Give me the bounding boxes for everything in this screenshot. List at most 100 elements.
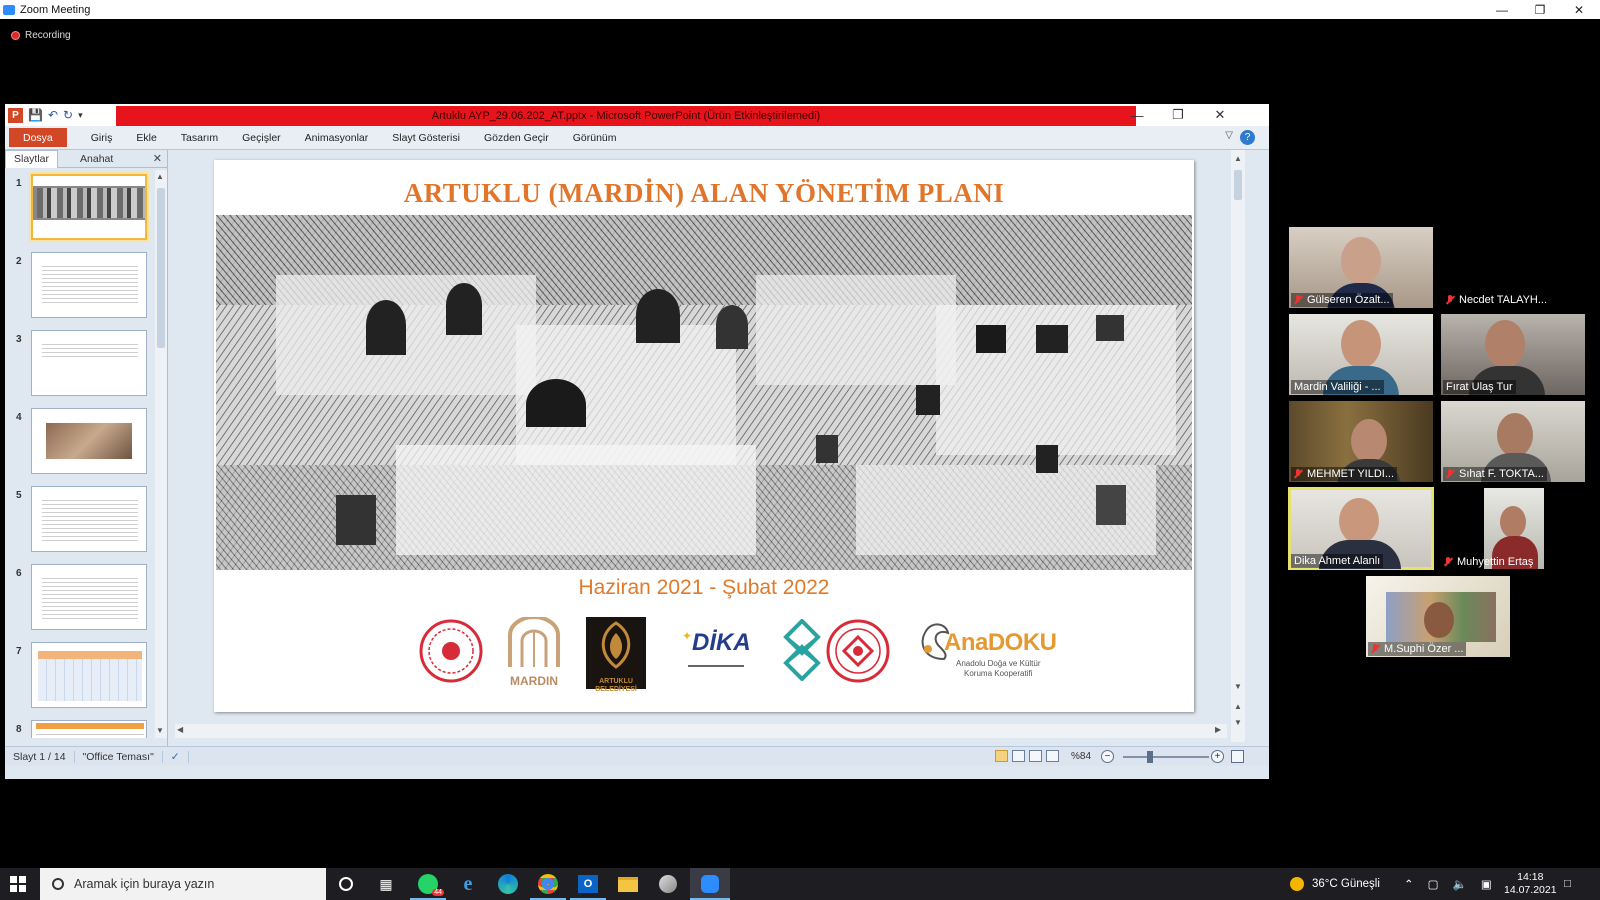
tab-tasarim[interactable]: Tasarım [169, 126, 230, 150]
file-explorer-icon[interactable] [616, 872, 640, 896]
zoom-taskbar-icon[interactable] [690, 868, 730, 900]
next-slide-icon[interactable]: ▼ [1234, 718, 1242, 727]
current-slide[interactable]: ARTUKLU (MARDİN) ALAN YÖNETİM PLANI Hazi… [214, 160, 1194, 712]
previous-slide-icon[interactable]: ▲ [1234, 702, 1242, 711]
taskbar-search-box[interactable]: Aramak için buraya yazın [40, 868, 326, 900]
dika-logo-text: DİKA [692, 629, 751, 656]
thumbnail-image [31, 174, 147, 240]
taskbar-clock[interactable]: 14:18 14.07.2021 [1504, 871, 1557, 897]
slide-thumbnail-4[interactable]: 4 [9, 408, 151, 478]
chevron-up-icon[interactable]: ⌃ [1404, 877, 1414, 891]
ribbon-minimize-icon[interactable]: ▽ [1225, 130, 1233, 141]
tab-animasyonlar[interactable]: Animasyonlar [293, 126, 381, 150]
volume-icon[interactable]: 🔈 [1453, 877, 1467, 891]
outlook-icon[interactable]: O [576, 872, 600, 896]
fit-to-window-icon[interactable] [1231, 750, 1244, 763]
participant-tile[interactable]: M.Suphi Özer ... [1366, 576, 1510, 657]
weather-widget[interactable]: 36°C Güneşli [1290, 868, 1380, 900]
tab-gorunum[interactable]: Görünüm [561, 126, 629, 150]
tab-gecisler[interactable]: Geçişler [230, 126, 293, 150]
close-button[interactable]: ✕ [1561, 0, 1597, 19]
windows-start-icon[interactable] [10, 876, 26, 892]
slide-sorter-view-icon[interactable] [1012, 750, 1025, 762]
zoom-in-icon[interactable]: + [1211, 750, 1224, 763]
slide-thumbnail-1[interactable]: 1 [9, 174, 151, 244]
ppt-close-button[interactable]: ✕ [1200, 104, 1240, 126]
tab-gozden-gecir[interactable]: Gözden Geçir [472, 126, 561, 150]
zoom-out-icon[interactable]: − [1101, 750, 1114, 763]
slide-number: 3 [16, 334, 22, 345]
participant-tile[interactable]: MEHMET YILDI... [1289, 401, 1433, 482]
zoom-slider[interactable] [1123, 756, 1209, 758]
sketch-drawing [216, 215, 1192, 570]
artuklu-logo-icon [601, 621, 631, 669]
participant-tile[interactable]: Gülseren Özalt... [1289, 227, 1433, 308]
recording-indicator[interactable]: Recording [11, 30, 71, 41]
scroll-left-icon[interactable]: ◀ [177, 725, 183, 734]
scroll-right-icon[interactable]: ▶ [1215, 725, 1221, 734]
slide-thumbnail-6[interactable]: 6 [9, 564, 151, 634]
ppt-titlebar: P 💾 ↶ ↻ ▾ Artuklu AYP_29.06.202_AT.pptx … [5, 104, 1269, 126]
ppt-restore-button[interactable]: ❐ [1158, 104, 1198, 126]
language-icon[interactable]: ▣ [1481, 877, 1492, 891]
undo-icon[interactable]: ↶ [48, 108, 58, 122]
slide-thumbnail-7[interactable]: 7 [9, 642, 151, 712]
internet-explorer-icon[interactable]: e [456, 872, 480, 896]
participant-tile[interactable]: Sıhat F. TOKTA... [1441, 401, 1585, 482]
redo-icon[interactable]: ↻ [63, 108, 73, 122]
tab-slayt-gosterisi[interactable]: Slayt Gösterisi [380, 126, 472, 150]
spellcheck-icon[interactable]: ✓ [163, 750, 189, 763]
app-icon[interactable] [656, 872, 680, 896]
participant-tile[interactable]: Mardin Valiliği - ... [1289, 314, 1433, 395]
zoom-level[interactable]: %84 [1071, 751, 1091, 762]
edge-icon[interactable] [496, 872, 520, 896]
culture-knot-logo-icon [783, 619, 821, 681]
slide-thumbnail-3[interactable]: 3 [9, 330, 151, 400]
slides-panel: Slaytlar Anahat ✕ 1 2 3 4 5 6 7 8 ▲ ▼ [5, 149, 168, 750]
whatsapp-icon[interactable]: 44 [416, 872, 444, 896]
zoom-slider-handle[interactable] [1147, 751, 1153, 763]
anadoku-subtitle-1: Anadolu Doğa ve Kültür [956, 659, 1041, 668]
scroll-up-icon[interactable]: ▲ [1234, 154, 1242, 163]
tab-ekle[interactable]: Ekle [124, 126, 168, 150]
scroll-down-icon[interactable]: ▼ [1234, 682, 1242, 691]
restore-button[interactable]: ❐ [1522, 0, 1558, 19]
participant-tile[interactable]: Fırat Ulaş Tur [1441, 314, 1585, 395]
slide-thumbnail-8[interactable]: 8 [9, 720, 151, 738]
chrome-icon[interactable] [536, 872, 560, 896]
network-icon[interactable]: ▢ [1428, 877, 1439, 891]
slideshow-view-icon[interactable] [1046, 750, 1059, 762]
participant-tile[interactable]: Necdet TALAYH... [1441, 227, 1585, 308]
slide-thumbnails: 1 2 3 4 5 6 7 8 [5, 170, 155, 738]
powerpoint-logo-icon[interactable]: P [8, 107, 23, 123]
slide-thumbnail-2[interactable]: 2 [9, 252, 151, 322]
customize-qat-icon[interactable]: ▾ [78, 110, 83, 121]
slide-vertical-scrollbar[interactable]: ▲ ▼ ▲ ▼ [1231, 150, 1245, 742]
slide-thumbnail-5[interactable]: 5 [9, 486, 151, 556]
normal-view-icon[interactable] [995, 750, 1008, 762]
slide-horizontal-scrollbar[interactable]: ◀ ▶ [175, 724, 1227, 738]
thumbnails-scrollbar[interactable]: ▲ ▼ [155, 170, 167, 738]
panel-close-icon[interactable]: ✕ [153, 152, 162, 165]
tab-giris[interactable]: Giriş [79, 126, 125, 150]
reading-view-icon[interactable] [1029, 750, 1042, 762]
ppt-minimize-button[interactable]: — [1117, 104, 1157, 126]
zoom-logo-icon [3, 4, 15, 15]
notification-center-icon[interactable]: □ [1564, 868, 1571, 900]
participant-name: Fırat Ulaş Tur [1443, 380, 1516, 394]
tab-slaytlar[interactable]: Slaytlar [5, 149, 59, 168]
scroll-down-icon[interactable]: ▼ [156, 726, 164, 735]
help-icon[interactable]: ? [1240, 130, 1255, 145]
participant-tile-active-speaker[interactable]: Dika Ahmet Alanlı [1288, 487, 1434, 570]
cortana-icon[interactable] [334, 872, 358, 896]
task-view-icon[interactable]: ▦ [374, 872, 398, 896]
scroll-thumb[interactable] [1234, 170, 1242, 200]
scroll-up-icon[interactable]: ▲ [156, 172, 164, 181]
tab-dosya[interactable]: Dosya [9, 128, 67, 147]
tab-anahat[interactable]: Anahat [72, 150, 121, 168]
scroll-thumb[interactable] [157, 188, 165, 348]
save-icon[interactable]: 💾 [28, 108, 43, 122]
anadoku-logo: AnaDOKU Anadolu Doğa ve Kültür Koruma Ko… [914, 619, 1057, 689]
muted-mic-icon [1371, 644, 1380, 654]
minimize-button[interactable]: — [1484, 0, 1520, 19]
